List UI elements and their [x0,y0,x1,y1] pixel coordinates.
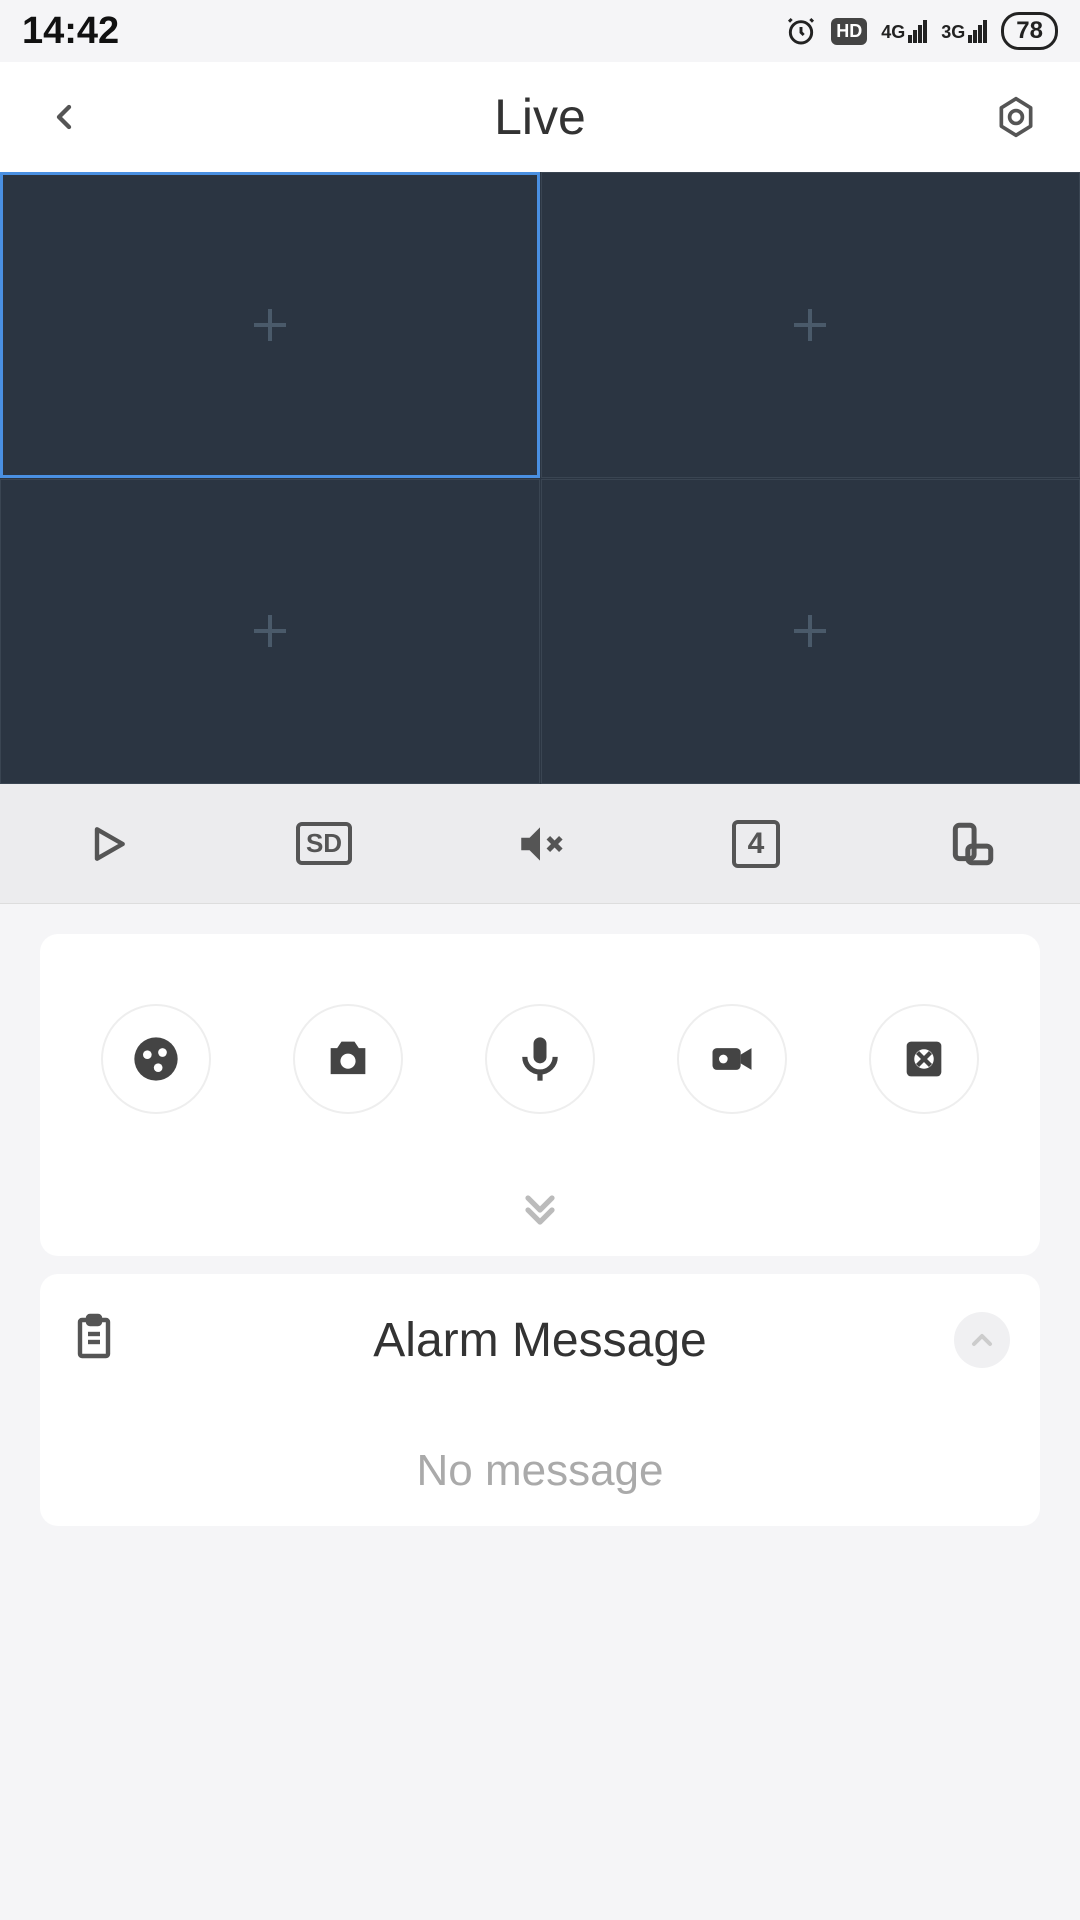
signal-4g: 4G [881,20,927,43]
mute-button[interactable] [495,809,585,879]
status-bar: 14:42 HD 4G 3G 78 [0,0,1080,62]
nav-header: Live [0,62,1080,172]
sd-icon: SD [296,822,352,865]
plus-icon [246,607,294,655]
microphone-button[interactable] [485,1004,595,1114]
video-cell-1[interactable] [0,172,540,478]
video-cell-3[interactable] [0,479,540,785]
expand-toggle[interactable] [60,1184,1020,1232]
no-message-label: No message [70,1446,1010,1496]
status-right: HD 4G 3G 78 [785,12,1058,50]
alarm-header: Alarm Message [70,1312,1010,1368]
controls-row [60,1004,1020,1114]
focus-button[interactable] [869,1004,979,1114]
signal-3g: 3G [941,20,987,43]
grid-layout-button[interactable]: 4 [711,809,801,879]
record-button[interactable] [677,1004,787,1114]
collapse-button[interactable] [954,1312,1010,1368]
alarm-clock-icon [785,15,817,47]
plus-icon [246,301,294,349]
status-time: 14:42 [22,10,119,53]
plus-icon [786,301,834,349]
snapshot-button[interactable] [293,1004,403,1114]
clipboard-icon [70,1312,126,1368]
back-button[interactable] [36,89,92,145]
hd-badge: HD [831,18,867,45]
rotate-button[interactable] [927,809,1017,879]
quality-button[interactable]: SD [279,809,369,879]
video-cell-2[interactable] [541,172,1080,478]
alarm-card: Alarm Message No message [40,1274,1040,1526]
battery-indicator: 78 [1001,12,1058,50]
page-title: Live [494,88,586,146]
ptz-button[interactable] [101,1004,211,1114]
plus-icon [786,607,834,655]
grid-count-icon: 4 [732,820,780,868]
settings-button[interactable] [988,89,1044,145]
controls-card [40,934,1040,1256]
play-button[interactable] [63,809,153,879]
video-cell-4[interactable] [541,479,1080,785]
video-grid [0,172,1080,784]
alarm-title: Alarm Message [126,1313,954,1368]
playback-toolbar: SD 4 [0,784,1080,904]
